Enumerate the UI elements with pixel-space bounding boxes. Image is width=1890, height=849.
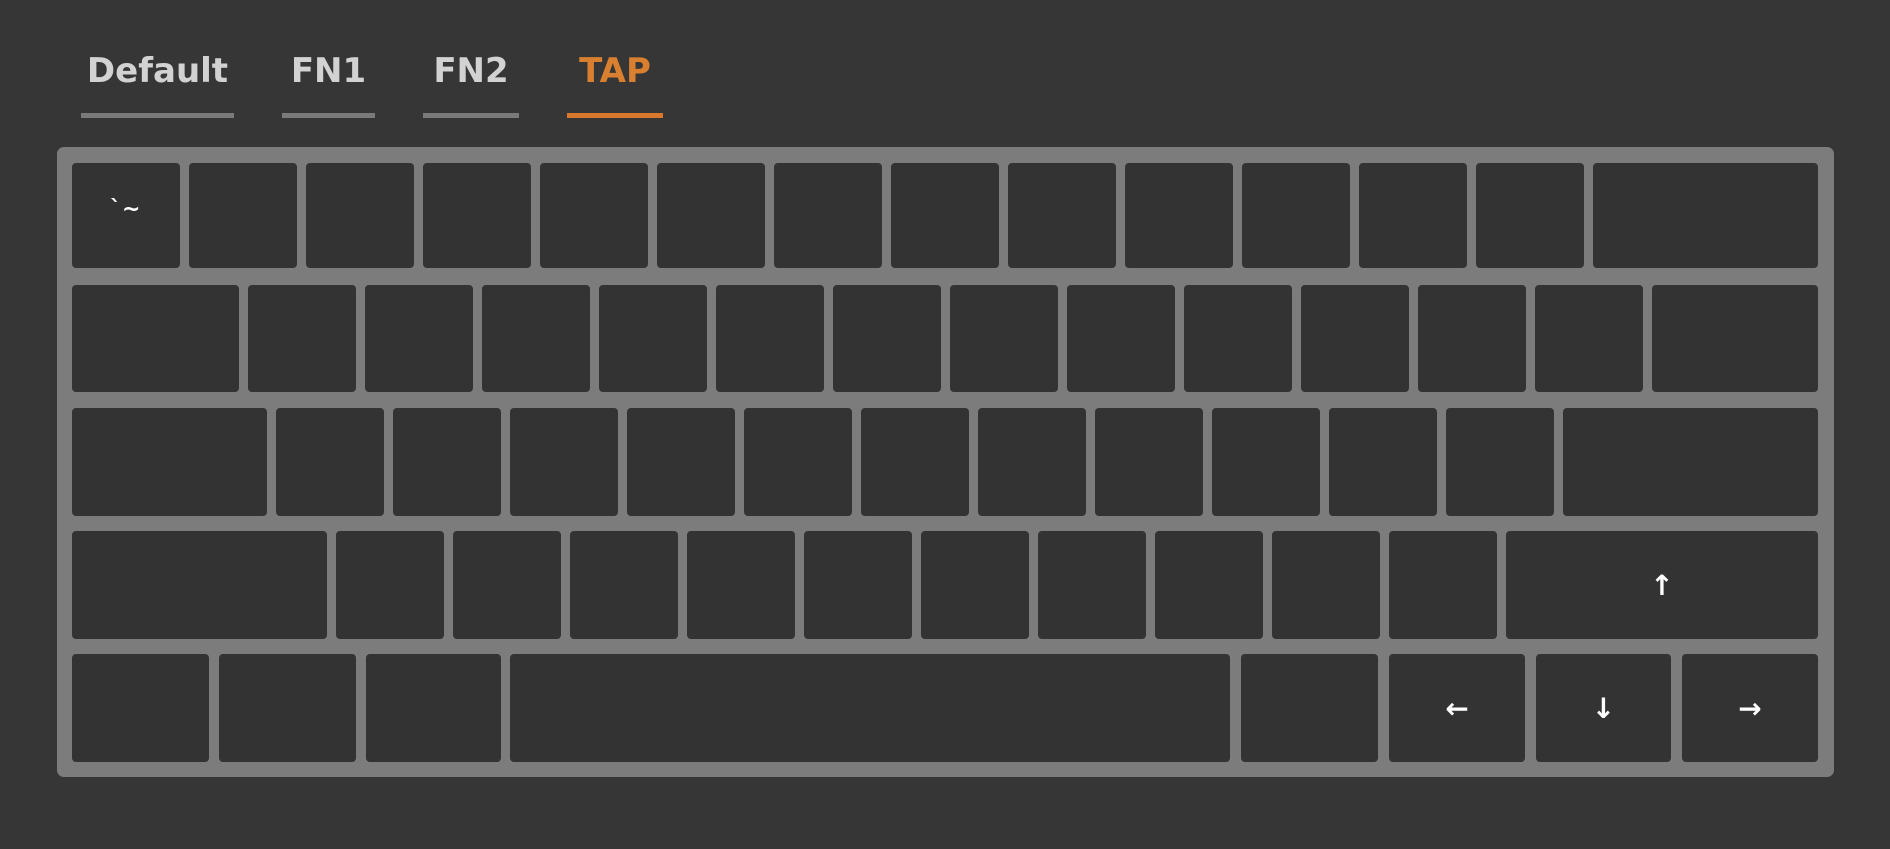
key-r2-c2[interactable] <box>393 408 501 516</box>
key-r3-c9[interactable] <box>1272 531 1380 639</box>
key-r2-c0[interactable] <box>72 408 267 516</box>
arrow-right-icon: → <box>1738 691 1762 725</box>
key-r1-c13[interactable] <box>1652 285 1818 392</box>
key-r0-c6[interactable] <box>774 163 882 268</box>
key-r4-c6[interactable]: ↓ <box>1536 654 1671 762</box>
key-r1-c12[interactable] <box>1535 285 1643 392</box>
key-r0-c3[interactable] <box>423 163 531 268</box>
key-r1-c0[interactable] <box>72 285 239 392</box>
key-r2-c11[interactable] <box>1446 408 1554 516</box>
key-r0-c11[interactable] <box>1359 163 1467 268</box>
key-r2-c10[interactable] <box>1329 408 1437 516</box>
tab-fn1[interactable]: FN1 <box>282 44 375 118</box>
key-r1-c2[interactable] <box>365 285 473 392</box>
tab-fn2-underline <box>423 113 519 118</box>
key-r3-c4[interactable] <box>687 531 795 639</box>
tab-fn2-label: FN2 <box>433 51 509 91</box>
key-r2-c9[interactable] <box>1212 408 1320 516</box>
key-r0-c8[interactable] <box>1008 163 1116 268</box>
key-r0-c7[interactable] <box>891 163 999 268</box>
arrow-up-icon: ↑ <box>1650 568 1674 602</box>
key-r4-c2[interactable] <box>366 654 501 762</box>
key-r2-c1[interactable] <box>276 408 384 516</box>
key-r2-c5[interactable] <box>744 408 852 516</box>
key-r4-c5[interactable]: ← <box>1389 654 1525 762</box>
tab-default[interactable]: Default <box>81 44 234 118</box>
layer-tabs: Default FN1 FN2 TAP <box>0 0 1890 120</box>
key-r0-c4[interactable] <box>540 163 648 268</box>
key-r1-c4[interactable] <box>599 285 707 392</box>
key-r3-c1[interactable] <box>336 531 444 639</box>
key-r1-c1[interactable] <box>248 285 356 392</box>
key-r1-c8[interactable] <box>1067 285 1175 392</box>
tab-default-label: Default <box>86 51 229 91</box>
backtick-tilde: `~ <box>110 197 142 222</box>
key-r0-c9[interactable] <box>1125 163 1233 268</box>
keyboard-layout: `~ ↑ ← ↓ → <box>57 147 1834 777</box>
key-r3-c3[interactable] <box>570 531 678 639</box>
key-r3-c2[interactable] <box>453 531 561 639</box>
key-r3-c7[interactable] <box>1038 531 1146 639</box>
arrow-left-icon: ← <box>1445 691 1469 725</box>
key-r3-c8[interactable] <box>1155 531 1263 639</box>
key-r2-c6[interactable] <box>861 408 969 516</box>
key-r4-c3[interactable] <box>510 654 1230 762</box>
key-r2-c12[interactable] <box>1563 408 1818 516</box>
tab-tap[interactable]: TAP <box>567 44 663 118</box>
key-r0-c13[interactable] <box>1593 163 1818 268</box>
key-r1-c6[interactable] <box>833 285 941 392</box>
key-r2-c7[interactable] <box>978 408 1086 516</box>
arrow-down-icon: ↓ <box>1591 691 1616 725</box>
key-r3-c0[interactable] <box>72 531 327 639</box>
tab-tap-underline <box>567 113 663 118</box>
key-r1-c9[interactable] <box>1184 285 1292 392</box>
key-r3-c6[interactable] <box>921 531 1029 639</box>
key-r0-c0[interactable]: `~ <box>72 163 180 268</box>
tab-fn1-label: FN1 <box>290 51 367 91</box>
key-r0-c2[interactable] <box>306 163 414 268</box>
key-r4-c0[interactable] <box>72 654 209 762</box>
key-r0-c1[interactable] <box>189 163 297 268</box>
key-r1-c3[interactable] <box>482 285 590 392</box>
key-r1-c10[interactable] <box>1301 285 1409 392</box>
key-r1-c11[interactable] <box>1418 285 1526 392</box>
key-r1-c7[interactable] <box>950 285 1058 392</box>
key-r0-c5[interactable] <box>657 163 765 268</box>
key-r0-c12[interactable] <box>1476 163 1584 268</box>
key-r3-c5[interactable] <box>804 531 912 639</box>
tab-tap-label: TAP <box>579 51 651 91</box>
tab-fn2[interactable]: FN2 <box>423 44 519 118</box>
key-r4-c1[interactable] <box>219 654 356 762</box>
key-r3-c10[interactable] <box>1389 531 1497 639</box>
tab-default-underline <box>81 113 234 118</box>
key-r2-c3[interactable] <box>510 408 618 516</box>
key-r0-c10[interactable] <box>1242 163 1350 268</box>
key-r2-c4[interactable] <box>627 408 735 516</box>
tab-fn1-underline <box>282 113 375 118</box>
key-r3-c11[interactable]: ↑ <box>1506 531 1818 639</box>
key-r4-c7[interactable]: → <box>1682 654 1818 762</box>
key-r1-c5[interactable] <box>716 285 824 392</box>
key-r4-c4[interactable] <box>1241 654 1378 762</box>
key-r2-c8[interactable] <box>1095 408 1203 516</box>
